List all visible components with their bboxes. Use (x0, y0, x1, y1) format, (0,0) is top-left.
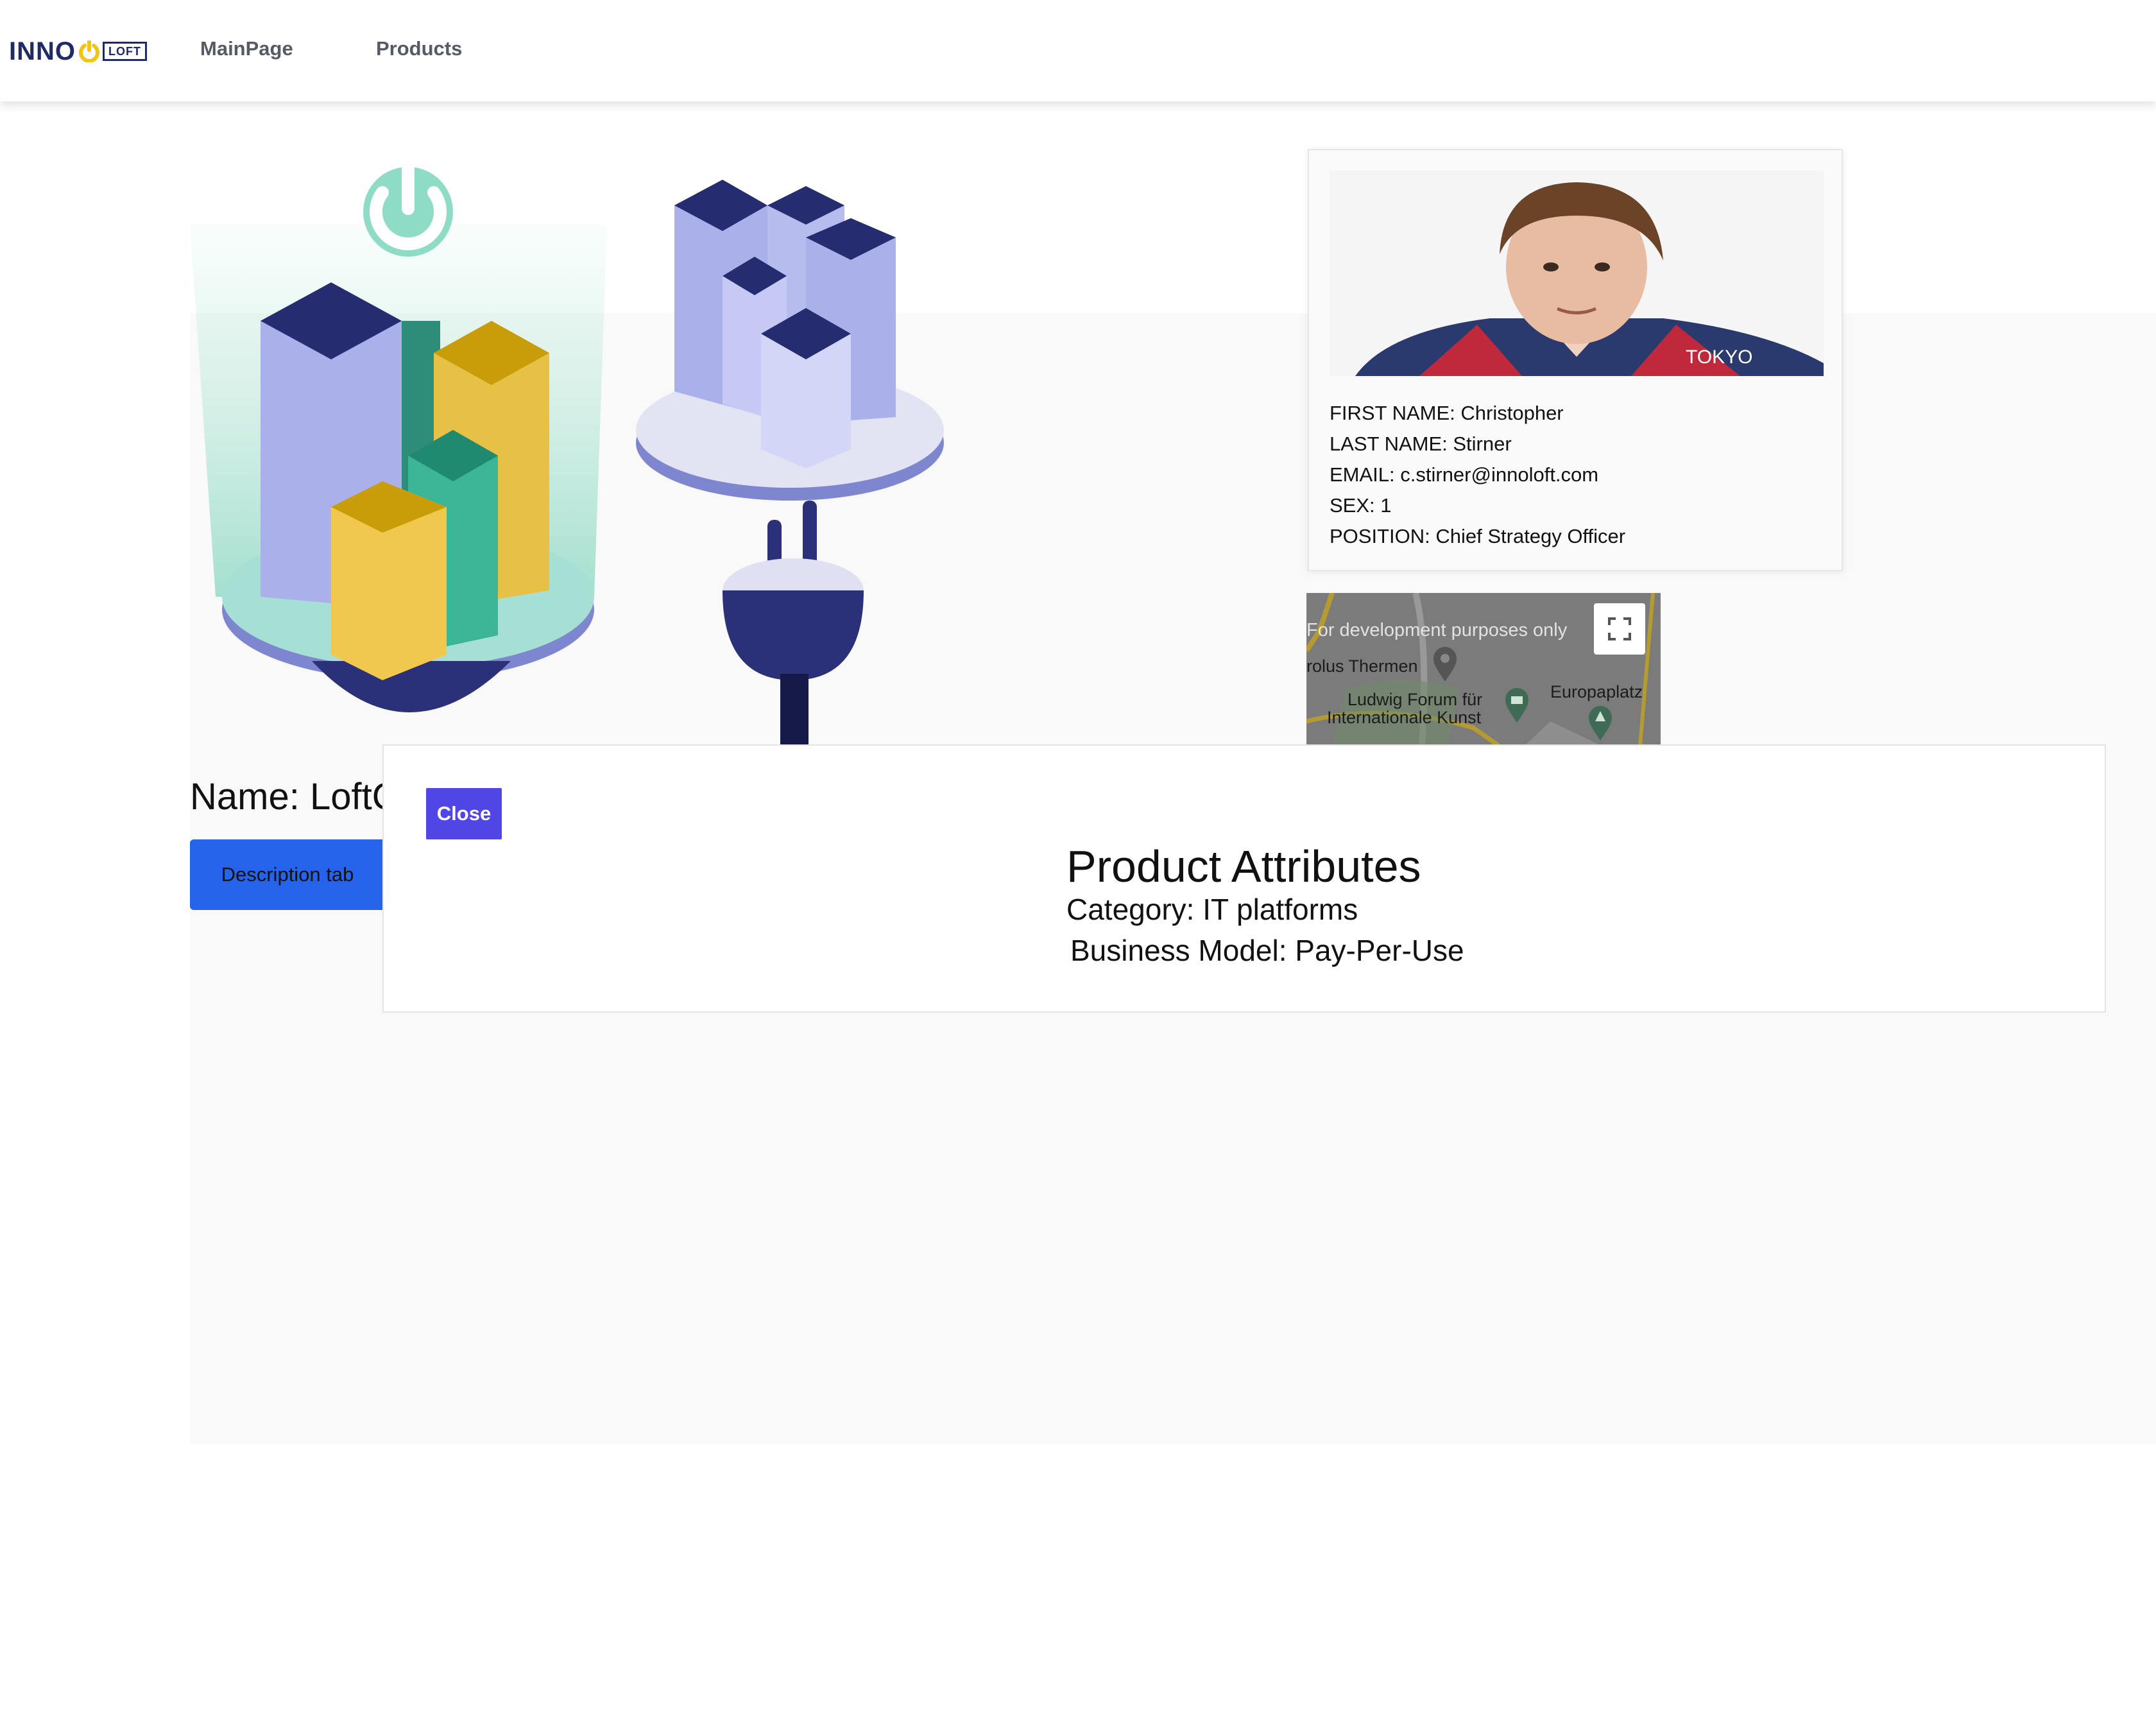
user-sex: SEX: 1 (1330, 494, 1392, 517)
user-first-name: FIRST NAME: Christopher (1330, 402, 1564, 424)
nav-link-mainpage[interactable]: MainPage (200, 37, 293, 60)
map-dev-notice: For development purposes only (1306, 620, 1568, 640)
power-icon (79, 40, 99, 62)
close-button[interactable]: Close (426, 788, 502, 839)
modal-title: Product Attributes (1066, 841, 1421, 891)
user-photo: TOKYO (1330, 171, 1824, 376)
map-label-thermen: rolus Thermen (1306, 657, 1418, 676)
park-pin-icon (1589, 706, 1612, 741)
product-business-model: Business Model: Pay-Per-Use (1070, 934, 1464, 967)
user-email: EMAIL: c.stirner@innoloft.com (1330, 463, 1599, 486)
top-navbar: INNO LOFT MainPage Products (0, 0, 2156, 101)
user-position: POSITION: Chief Strategy Officer (1330, 525, 1626, 547)
map-fullscreen-button[interactable] (1594, 603, 1645, 655)
museum-pin-icon (1505, 688, 1528, 723)
user-card: TOKYO FIRST NAME: Christopher LAST NAME:… (1308, 149, 1843, 571)
logo-text-inno: INNO (9, 37, 76, 65)
map-label-europaplatz: Europaplatz (1550, 682, 1643, 701)
logo-text-loft: LOFT (103, 42, 147, 61)
nav-link-products[interactable]: Products (376, 37, 462, 60)
fullscreen-icon (1608, 617, 1631, 640)
product-attributes-modal: Close Product Attributes Category: IT pl… (382, 744, 2106, 1013)
user-avatar: TOKYO (1330, 171, 1824, 376)
user-last-name: LAST NAME: Stirner (1330, 433, 1512, 455)
product-name: Name: LoftC (190, 776, 399, 818)
description-tab[interactable]: Description tab (190, 839, 385, 910)
location-map[interactable]: For development purposes only rolus Ther… (1306, 593, 1661, 746)
product-category: Category: IT platforms (1066, 893, 1358, 926)
map-pin-icon (1433, 647, 1457, 682)
map-label-kunst: Internationale Kunst (1327, 708, 1482, 727)
hero-illustration (190, 160, 944, 747)
map-label-ludwig: Ludwig Forum für (1348, 690, 1483, 709)
innoloft-logo[interactable]: INNO LOFT (9, 37, 147, 65)
shirt-logo-text: TOKYO (1686, 347, 1752, 368)
